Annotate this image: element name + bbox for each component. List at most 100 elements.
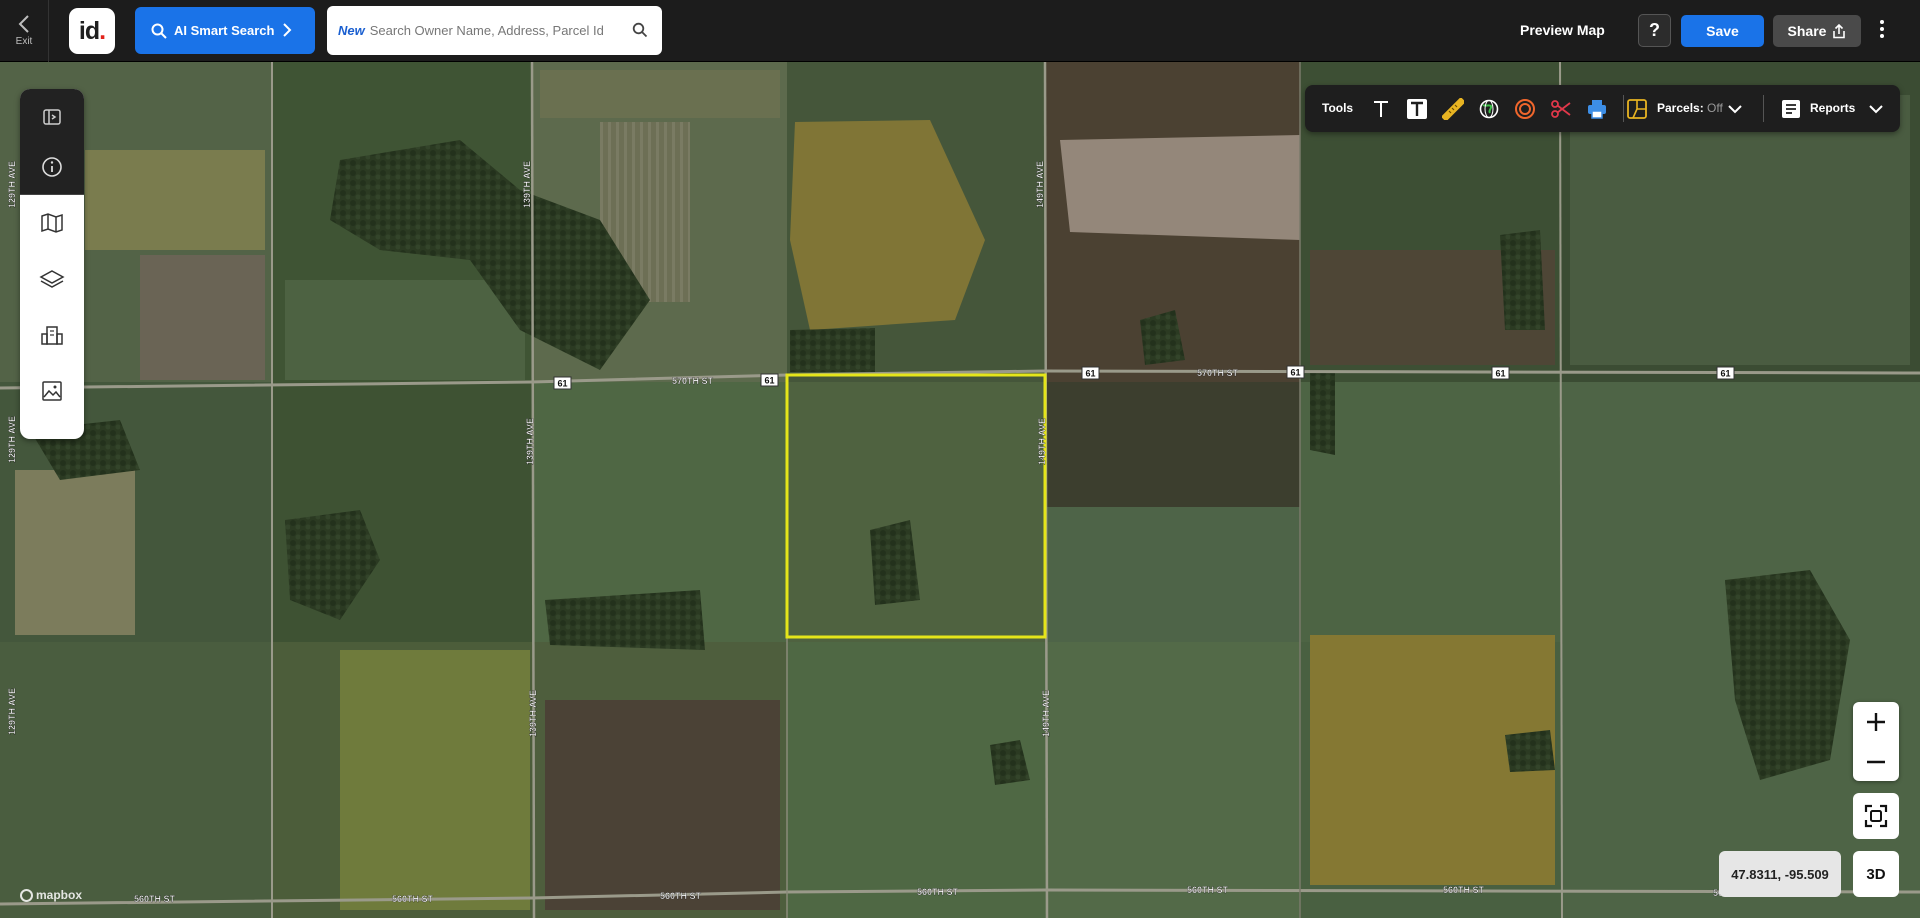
logo[interactable]: id. [69, 8, 115, 54]
reports-dropdown[interactable] [1864, 97, 1888, 121]
road-label: 129TH AVE [7, 161, 17, 208]
toolbar-divider [1623, 95, 1624, 122]
satellite-map[interactable]: 61 61 61 61 61 61 570TH ST 570TH ST 560T… [0, 62, 1920, 918]
ai-smart-search-label: AI Smart Search [174, 23, 275, 38]
scissors-icon [1551, 100, 1571, 118]
text-box-icon [1407, 99, 1427, 119]
road-label: 149TH AVE [1041, 690, 1051, 737]
road-label: 560TH ST [134, 894, 176, 904]
layers-icon [39, 270, 65, 288]
toggle-3d-button[interactable]: 3D [1853, 851, 1899, 897]
info-icon [42, 157, 62, 177]
sidebar-item-info[interactable] [20, 139, 84, 195]
minus-icon [1867, 760, 1885, 763]
parcels-toggle[interactable]: Parcels: Off [1657, 101, 1723, 115]
image-icon [42, 381, 62, 401]
preview-map-button[interactable]: Preview Map [1520, 22, 1605, 38]
tools-label: Tools [1322, 101, 1354, 115]
ruler-icon [1442, 98, 1464, 120]
road-label: 149TH AVE [1037, 418, 1047, 465]
zoom-out-button[interactable] [1853, 742, 1899, 781]
parcels-label: Parcels: [1657, 101, 1704, 115]
road-label: 560TH ST [1187, 885, 1229, 895]
sidebar-item-collapse[interactable] [20, 89, 84, 145]
sidebar-item-buildings[interactable] [20, 307, 84, 363]
road-label: 129TH AVE [7, 416, 17, 463]
road-label: 560TH ST [1443, 885, 1485, 895]
app-root: Exit id. AI Smart Search New Preview Map… [0, 0, 1920, 918]
share-button[interactable]: Share [1773, 15, 1861, 47]
ai-smart-search-button[interactable]: AI Smart Search [135, 7, 315, 54]
left-sidebar [20, 89, 84, 439]
search-icon [151, 23, 167, 39]
coordinates-readout: 47.8311, -95.509 [1719, 851, 1841, 897]
parcels-state: Off [1707, 101, 1723, 115]
mapbox-logo-icon [20, 888, 33, 902]
reports-icon [1782, 100, 1800, 118]
sidebar-item-imagery[interactable] [20, 363, 84, 419]
road-label: 560TH ST [917, 887, 959, 897]
map-canvas: 61 61 61 61 61 61 570TH ST 570TH ST 560T… [0, 62, 1920, 918]
sidebar-item-layers[interactable] [20, 251, 84, 307]
exit-button[interactable]: Exit [0, 0, 49, 62]
road-label: 570TH ST [1197, 368, 1239, 378]
map-icon [41, 213, 63, 233]
save-button[interactable]: Save [1681, 15, 1764, 47]
field-tiles [0, 62, 1920, 918]
buffer-tool[interactable] [1513, 97, 1537, 121]
more-menu-icon[interactable] [1876, 20, 1888, 42]
road-label: 139TH AVE [525, 418, 535, 465]
search-input[interactable] [369, 23, 630, 38]
route-shield-label: 61 [557, 379, 567, 389]
parcels-dropdown[interactable] [1723, 97, 1747, 121]
road-label: 570TH ST [672, 376, 714, 386]
zoom-in-button[interactable] [1853, 702, 1899, 741]
print-tool[interactable] [1585, 97, 1609, 121]
chevron-right-icon [283, 23, 292, 37]
split-tool[interactable] [1549, 97, 1573, 121]
parcels-toggle-icon-wrap[interactable] [1625, 97, 1649, 121]
route-shield-label: 61 [764, 376, 774, 386]
measure-tool[interactable] [1441, 97, 1465, 121]
search-icon[interactable] [632, 22, 648, 38]
text-box-tool[interactable] [1405, 97, 1429, 121]
road-label: 149TH AVE [1035, 161, 1045, 208]
exit-label: Exit [15, 36, 33, 47]
text-icon [1374, 101, 1388, 117]
logo-dot-icon: . [99, 16, 106, 45]
mapbox-attribution[interactable]: mapbox [20, 888, 82, 902]
zoom-controls [1853, 702, 1899, 781]
chevron-left-icon [18, 15, 29, 33]
new-badge: New [338, 23, 365, 38]
printer-icon [1588, 100, 1606, 119]
target-icon [1515, 99, 1535, 119]
top-bar: Exit id. AI Smart Search New Preview Map… [0, 0, 1920, 62]
share-label: Share [1787, 23, 1827, 39]
help-button[interactable]: ? [1638, 14, 1671, 47]
fit-bounds-button[interactable] [1853, 793, 1899, 839]
chevron-down-icon [1869, 105, 1883, 114]
road-label: 129TH AVE [7, 688, 17, 735]
text-tool[interactable] [1369, 97, 1393, 121]
collapse-panel-icon [43, 109, 61, 125]
sidebar-item-map[interactable] [20, 195, 84, 251]
road-label: 560TH ST [392, 894, 434, 904]
map-toolbar: Tools Parcels: Off Reports [1305, 85, 1900, 132]
reports-button[interactable]: Reports [1810, 101, 1855, 115]
road-label: 139TH AVE [528, 690, 538, 737]
share-icon [1833, 23, 1846, 38]
plus-icon [1867, 712, 1885, 731]
route-shield-label: 61 [1085, 369, 1095, 379]
toolbar-divider [1763, 95, 1764, 122]
buildings-icon [41, 326, 63, 345]
route-shield-label: 61 [1720, 369, 1730, 379]
reports-icon-wrap[interactable] [1779, 97, 1803, 121]
mapbox-attribution-text: mapbox [36, 888, 83, 902]
route-shield-label: 61 [1290, 368, 1300, 378]
globe-tool[interactable] [1477, 97, 1501, 121]
focus-frame-icon [1864, 804, 1888, 828]
road-label: 560TH ST [660, 891, 702, 901]
chevron-down-icon [1728, 105, 1742, 114]
road-label: 139TH AVE [522, 161, 532, 208]
logo-text: id [78, 16, 100, 45]
